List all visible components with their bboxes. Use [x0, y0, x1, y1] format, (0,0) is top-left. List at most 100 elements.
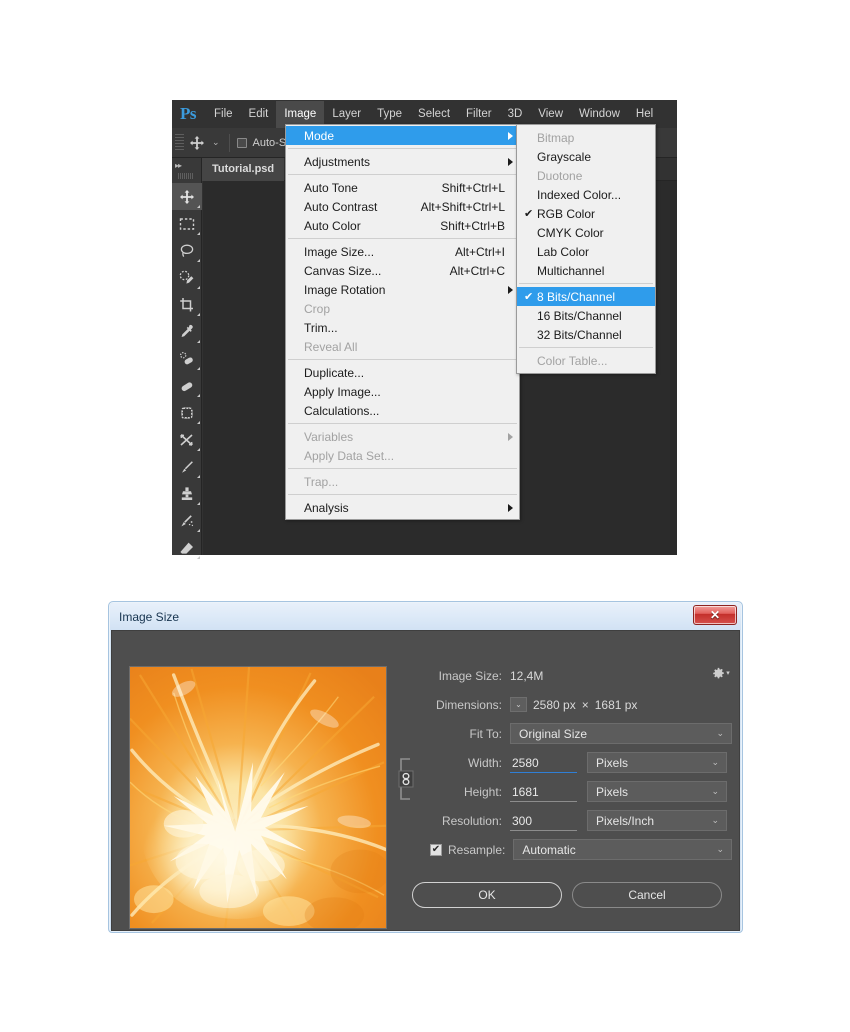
tool-preset-chevron-down-icon[interactable]: ⌄ — [210, 137, 227, 148]
resolution-unit-value: Pixels/Inch — [596, 813, 655, 828]
menu-item-trim[interactable]: Trim... — [286, 318, 519, 337]
resample-value: Automatic — [522, 842, 576, 857]
ok-button[interactable]: OK — [412, 882, 562, 908]
menu-file[interactable]: File — [206, 101, 241, 128]
tool-patch[interactable] — [172, 372, 202, 399]
dialog-title: Image Size — [119, 609, 180, 624]
resolution-unit-select[interactable]: Pixels/Inch ⌄ — [587, 810, 727, 831]
mode-item-32-bits-channel[interactable]: 32 Bits/Channel — [517, 325, 655, 344]
height-input[interactable]: 1681 — [510, 782, 577, 802]
height-unit-value: Pixels — [596, 784, 629, 799]
menu-item-shortcut: Shift+Ctrl+B — [440, 218, 505, 233]
width-unit-select[interactable]: Pixels ⌄ — [587, 752, 727, 773]
menu-edit[interactable]: Edit — [241, 101, 277, 128]
height-unit-select[interactable]: Pixels ⌄ — [587, 781, 727, 802]
menu-item-adjustments[interactable]: Adjustments — [286, 152, 519, 171]
tool-rectangular-marquee[interactable] — [172, 210, 202, 237]
menu-separator — [288, 468, 517, 469]
mode-item-8-bits-channel[interactable]: ✔ 8 Bits/Channel — [517, 287, 655, 306]
options-bar-grip[interactable] — [175, 133, 184, 152]
menu-item-label: Adjustments — [304, 154, 371, 169]
menu-item-label: Trim... — [304, 320, 338, 335]
mode-item-grayscale[interactable]: Grayscale — [517, 147, 655, 166]
menu-item-label: Auto Color — [304, 218, 361, 233]
menu-item-label: Color Table... — [537, 353, 608, 368]
menu-item-label: Mode — [304, 128, 335, 143]
dialog-title-bar[interactable]: Image Size ✕ — [110, 603, 741, 630]
close-icon[interactable]: ✕ — [693, 605, 737, 625]
tool-clone-stamp[interactable] — [172, 480, 202, 507]
tool-eraser[interactable] — [172, 534, 202, 561]
mode-item-16-bits-channel[interactable]: 16 Bits/Channel — [517, 306, 655, 325]
menu-item-auto-tone[interactable]: Auto Tone Shift+Ctrl+L — [286, 178, 519, 197]
document-tab-tutorial-psd[interactable]: Tutorial.psd — [202, 158, 285, 181]
dimensions-units-chevron-down-icon[interactable]: ⌄ — [510, 697, 527, 712]
mode-item-cmyk-color[interactable]: CMYK Color — [517, 223, 655, 242]
cancel-button[interactable]: Cancel — [572, 882, 722, 908]
menu-separator — [519, 283, 653, 284]
tool-history-brush[interactable] — [172, 507, 202, 534]
menu-item-image-size[interactable]: Image Size... Alt+Ctrl+I — [286, 242, 519, 261]
menu-item-canvas-size[interactable]: Canvas Size... Alt+Ctrl+C — [286, 261, 519, 280]
image-preview[interactable] — [129, 666, 387, 929]
checkmark-icon: ✔ — [524, 291, 534, 303]
mode-item-multichannel[interactable]: Multichannel — [517, 261, 655, 280]
menu-item-analysis[interactable]: Analysis — [286, 498, 519, 517]
menu-item-label: Grayscale — [537, 149, 592, 164]
mode-item-rgb-color[interactable]: ✔ RGB Color — [517, 204, 655, 223]
menu-item-label: Canvas Size... — [304, 263, 382, 278]
menu-item-label: Indexed Color... — [537, 187, 622, 202]
menu-item-calculations[interactable]: Calculations... — [286, 401, 519, 420]
resample-checkbox[interactable]: ✔ — [430, 843, 442, 856]
menu-item-label: Image Rotation — [304, 282, 386, 297]
menu-item-auto-color[interactable]: Auto Color Shift+Ctrl+B — [286, 216, 519, 235]
tool-spot-healing-brush[interactable] — [172, 345, 202, 372]
checkmark-icon: ✔ — [524, 208, 534, 220]
menu-item-auto-contrast[interactable]: Auto Contrast Alt+Shift+Ctrl+L — [286, 197, 519, 216]
width-unit-value: Pixels — [596, 755, 629, 770]
fit-to-row: Fit To: Original Size ⌄ — [402, 719, 732, 748]
tool-content-aware-move[interactable] — [172, 399, 202, 426]
tool-crop[interactable] — [172, 291, 202, 318]
menu-item-shortcut: Alt+Ctrl+I — [454, 244, 505, 259]
mode-item-color-table: Color Table... — [517, 351, 655, 370]
tool-red-eye[interactable] — [172, 426, 202, 453]
mode-item-lab-color[interactable]: Lab Color — [517, 242, 655, 261]
dimensions-width-value: 2580 px — [533, 697, 576, 712]
menu-item-apply-data-set: Apply Data Set... — [286, 446, 519, 465]
menu-item-apply-image[interactable]: Apply Image... — [286, 382, 519, 401]
chevron-down-icon: ⌄ — [716, 844, 724, 854]
tool-move[interactable] — [172, 183, 202, 210]
menu-item-duplicate[interactable]: Duplicate... — [286, 363, 519, 382]
menu-item-mode[interactable]: Mode — [286, 126, 519, 145]
resolution-input[interactable]: 300 — [510, 811, 577, 831]
resample-select[interactable]: Automatic ⌄ — [513, 839, 732, 860]
menu-separator — [288, 174, 517, 175]
mode-item-indexed-color[interactable]: Indexed Color... — [517, 185, 655, 204]
height-row: Height: 1681 Pixels ⌄ — [402, 777, 732, 806]
gear-icon[interactable]: ▾ — [712, 665, 730, 681]
menu-separator — [288, 148, 517, 149]
dialog-fields: Image Size: 12,4M ▾ Dimensions: ⌄ 2580 p… — [398, 661, 732, 864]
width-row: Width: 2580 Pixels ⌄ — [402, 748, 732, 777]
move-tool-icon[interactable] — [184, 130, 210, 156]
tools-panel-collapse-chevron-icon[interactable]: ▸▸ — [172, 158, 201, 172]
tool-brush[interactable] — [172, 453, 202, 480]
menu-separator — [288, 494, 517, 495]
height-label: Height: — [463, 784, 502, 799]
tool-quick-selection[interactable] — [172, 264, 202, 291]
menu-separator — [288, 423, 517, 424]
mode-item-bitmap: Bitmap — [517, 128, 655, 147]
menu-item-label: Lab Color — [537, 244, 590, 259]
menu-item-image-rotation[interactable]: Image Rotation — [286, 280, 519, 299]
resample-row: ✔ Resample: Automatic ⌄ — [402, 835, 732, 864]
menu-item-label: Apply Image... — [304, 384, 381, 399]
mode-item-duotone: Duotone — [517, 166, 655, 185]
auto-select-checkbox[interactable] — [236, 137, 247, 148]
width-input[interactable]: 2580 — [510, 753, 577, 773]
options-bar-separator — [228, 133, 230, 152]
fit-to-select[interactable]: Original Size ⌄ — [510, 723, 732, 744]
tools-panel-grip[interactable] — [178, 173, 194, 179]
tool-lasso[interactable] — [172, 237, 202, 264]
tool-eyedropper[interactable] — [172, 318, 202, 345]
